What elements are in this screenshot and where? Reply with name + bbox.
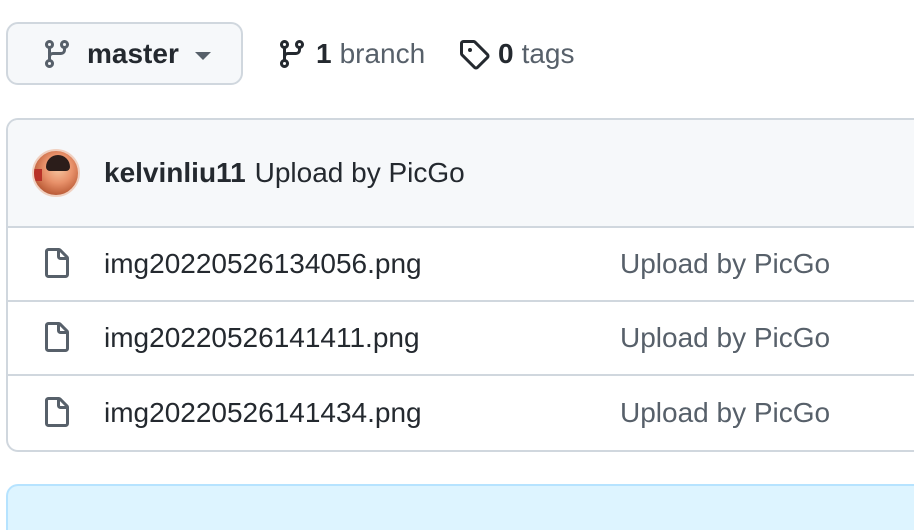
branches-link[interactable]: 1 branch	[276, 33, 425, 75]
tag-count: 0	[498, 38, 514, 69]
commit-message-link[interactable]: Upload by PicGo	[255, 157, 465, 189]
file-name-link[interactable]: img20220526141434.png	[104, 397, 422, 429]
file-commit-link[interactable]: Upload by PicGo	[620, 397, 830, 429]
branch-select-label: master	[87, 37, 179, 69]
commit-author-link[interactable]: kelvinliu11	[104, 157, 246, 189]
file-commit-link[interactable]: Upload by PicGo	[620, 322, 830, 354]
latest-commit-header: kelvinliu11 Upload by PicGo	[8, 120, 914, 228]
git-branch-icon	[44, 39, 69, 68]
tag-icon	[460, 40, 490, 70]
git-branch-icon	[279, 40, 304, 69]
tags-link[interactable]: 0 tags	[458, 33, 575, 75]
avatar[interactable]	[32, 149, 80, 197]
info-flash-banner	[6, 484, 914, 530]
file-icon	[45, 397, 69, 427]
repo-file-browser: master 1 branch 0 tags kelvinliu11 Uploa…	[0, 0, 914, 530]
file-commit-link[interactable]: Upload by PicGo	[620, 248, 830, 280]
file-icon	[45, 248, 69, 278]
file-name-link[interactable]: img20220526141411.png	[104, 322, 420, 354]
triangle-down-icon	[194, 51, 211, 60]
branch-count-label: branch	[339, 38, 426, 69]
file-list-box: kelvinliu11 Upload by PicGo img202205261…	[6, 118, 914, 452]
branch-select-button[interactable]: master	[6, 22, 243, 85]
branch-count: 1	[316, 38, 332, 69]
file-row: img20220526141411.png Upload by PicGo	[8, 302, 914, 376]
file-name-link[interactable]: img20220526134056.png	[104, 248, 422, 280]
file-row: img20220526134056.png Upload by PicGo	[8, 228, 914, 302]
tag-count-label: tags	[521, 38, 575, 69]
file-row: img20220526141434.png Upload by PicGo	[8, 376, 914, 450]
file-icon	[45, 322, 69, 352]
